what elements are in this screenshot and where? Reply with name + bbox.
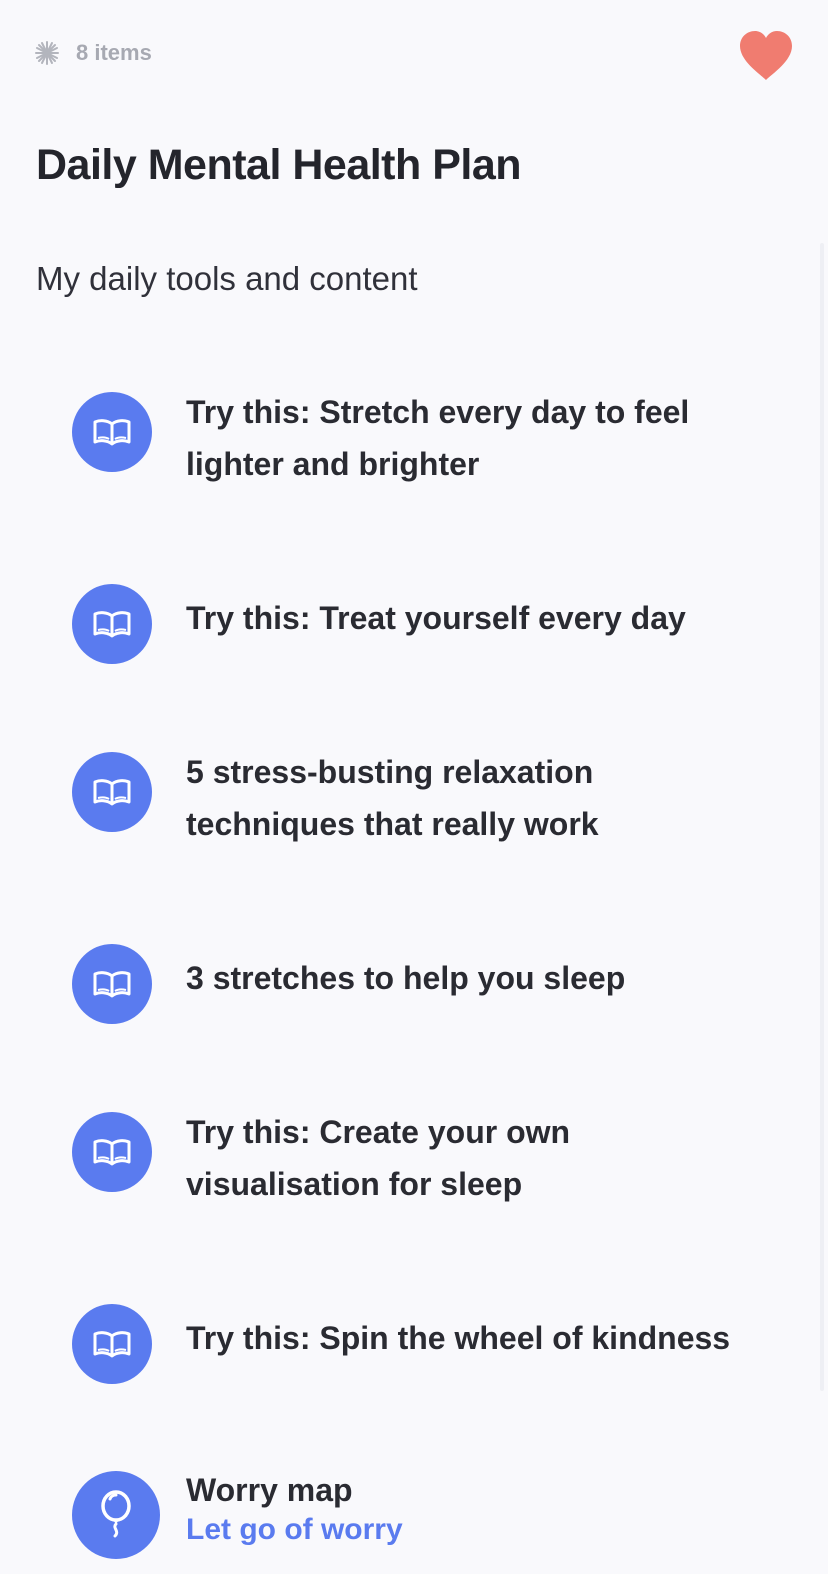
list-item[interactable]: 5 stress-busting relaxation techniques t…	[72, 752, 762, 852]
list-item[interactable]: Try this: Stretch every day to feel ligh…	[72, 392, 762, 492]
list-item-label: 3 stretches to help you sleep	[186, 960, 626, 996]
book-icon-circle	[72, 584, 152, 664]
list-item-label: 5 stress-busting relaxation techniques t…	[186, 754, 599, 842]
sparkle-icon	[34, 40, 60, 66]
list-item[interactable]: Try this: Treat yourself every day	[72, 584, 762, 664]
page-title: Daily Mental Health Plan	[36, 141, 522, 189]
heart-icon	[740, 31, 792, 80]
list-item-label: Try this: Treat yourself every day	[186, 600, 686, 636]
item-count: 8 items	[34, 40, 152, 66]
list-item-label: Try this: Stretch every day to feel ligh…	[186, 394, 690, 482]
book-icon	[93, 1331, 131, 1358]
list-item-label: Worry map	[186, 1472, 353, 1508]
scrollbar[interactable]	[820, 243, 824, 1391]
list-item[interactable]: Try this: Create your own visualisation …	[72, 1112, 762, 1212]
book-icon-circle	[72, 392, 152, 472]
page-subtitle: My daily tools and content	[36, 260, 418, 297]
list-item-subtitle: Let go of worry	[186, 1513, 403, 1546]
book-icon-circle	[72, 1112, 152, 1192]
list-item[interactable]: Try this: Spin the wheel of kindness	[72, 1304, 762, 1384]
book-icon	[93, 611, 131, 638]
list-item[interactable]: Worry map Let go of worry	[72, 1471, 762, 1561]
item-count-label: 8 items	[76, 40, 152, 65]
favorite-button[interactable]	[738, 30, 794, 82]
balloon-icon-circle	[72, 1471, 160, 1559]
book-icon	[93, 779, 131, 806]
list-item-label: Try this: Create your own visualisation …	[186, 1114, 571, 1202]
book-icon	[93, 419, 131, 446]
book-icon	[93, 971, 131, 998]
book-icon-circle	[72, 944, 152, 1024]
book-icon-circle	[72, 752, 152, 832]
top-bar: 8 items	[34, 28, 794, 82]
list-item[interactable]: 3 stretches to help you sleep	[72, 944, 762, 1024]
book-icon-circle	[72, 1304, 152, 1384]
book-icon	[93, 1139, 131, 1166]
list-item-label: Try this: Spin the wheel of kindness	[186, 1320, 731, 1356]
balloon-icon	[101, 1490, 131, 1538]
